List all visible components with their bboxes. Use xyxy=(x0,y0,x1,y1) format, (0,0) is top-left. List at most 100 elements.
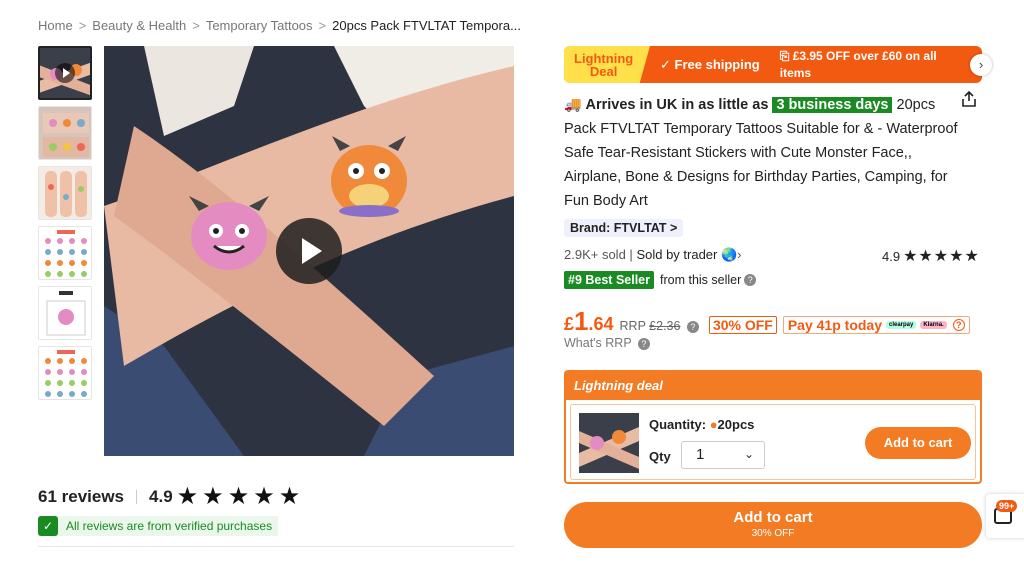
thumbnail-image[interactable] xyxy=(38,346,92,400)
arrival-prefix: Arrives in UK in as little as xyxy=(585,97,769,113)
sold-count: 2.9K+ sold xyxy=(564,247,626,262)
breadcrumb-separator: > xyxy=(78,18,87,33)
quantity-value: 20pcs xyxy=(717,417,755,432)
current-price: £1.64 xyxy=(564,306,614,337)
arrival-days: 3 business days xyxy=(772,97,893,113)
quantity-label: Quantity: xyxy=(649,417,707,432)
deal-product-thumbnail xyxy=(579,413,639,473)
pink-monster-tattoo xyxy=(189,196,269,270)
best-seller-text: from this seller xyxy=(660,273,742,287)
price-decimal: .64 xyxy=(588,314,614,334)
help-icon[interactable]: ? xyxy=(744,274,757,286)
deal-box-content: Quantity: ●20pcs Qty 1 ⌄ Add to cart xyxy=(570,404,976,480)
thumbnail-image[interactable] xyxy=(38,226,92,280)
whats-rrp-text: What's RRP xyxy=(564,336,632,350)
add-to-cart-sub: 30% OFF xyxy=(751,528,795,539)
breadcrumb-beauty-health[interactable]: Beauty & Health xyxy=(92,18,186,33)
pay-today-text: Pay 41p today xyxy=(787,317,882,333)
reviews-count[interactable]: 61 reviews xyxy=(38,487,124,507)
breadcrumb-separator: > xyxy=(192,18,200,33)
free-shipping: ✓ Free shipping xyxy=(660,56,760,72)
discount-badge: 30% OFF xyxy=(708,316,777,334)
thumbnail-image[interactable] xyxy=(38,106,92,160)
thumbnail-image-art xyxy=(39,227,91,279)
breadcrumb-separator: > xyxy=(318,18,327,33)
deal-add-to-cart-button[interactable]: Add to cart xyxy=(865,427,971,459)
thumbnail-image[interactable] xyxy=(38,286,92,340)
thumbnail-video[interactable] xyxy=(38,46,92,100)
product-title: 🚚 Arrives in UK in as little as 3 busine… xyxy=(564,92,964,213)
add-to-cart-button[interactable]: Add to cart 30% OFF xyxy=(564,502,982,548)
seller-avatar-icon: 🌏› xyxy=(721,247,742,262)
product-main-image[interactable] xyxy=(104,46,514,456)
best-seller-badge: #9 Best Seller xyxy=(564,271,654,289)
store-rating[interactable]: 4.9 ★★★★★ xyxy=(882,246,980,266)
qty-label: Qty xyxy=(649,449,671,464)
deal-thumbnail-image xyxy=(579,413,639,473)
help-icon: ? xyxy=(952,319,965,331)
thumbnail-image-art xyxy=(39,347,91,399)
divider xyxy=(38,546,514,547)
chat-badge: 99+ xyxy=(996,500,1018,512)
thumbnail-list xyxy=(38,46,92,406)
free-shipping-label: Free shipping xyxy=(674,56,760,72)
help-icon[interactable]: ? xyxy=(686,320,699,333)
add-to-cart-label: Add to cart xyxy=(733,509,813,526)
breadcrumb-temporary-tattoos[interactable]: Temporary Tattoos xyxy=(206,18,313,33)
store-rating-value: 4.9 xyxy=(882,248,901,264)
deal-box-header: Lightning deal xyxy=(566,372,980,400)
play-video-button[interactable] xyxy=(276,218,342,284)
qty-select[interactable]: 1 ⌄ xyxy=(681,441,765,469)
klarna-logo: Klarna. xyxy=(920,321,947,329)
rrp: RRP £2.36 ? xyxy=(620,319,699,333)
lightning-deal-label: Lightning Deal xyxy=(564,46,650,83)
breadcrumb-home[interactable]: Home xyxy=(38,18,73,33)
clearpay-logo: clearpay xyxy=(886,321,917,329)
lightning-label-line2: Deal xyxy=(589,63,618,79)
chat-button[interactable]: 99+ xyxy=(986,494,1024,538)
lightning-deal-banner[interactable]: Lightning Deal ✓ Free shipping ⎘ £3.95 OF… xyxy=(564,46,982,83)
thumbnail-image[interactable] xyxy=(38,166,92,220)
divider: | xyxy=(629,247,633,262)
pay-later-badge[interactable]: Pay 41p today clearpay Klarna. ? xyxy=(782,316,970,334)
reviews-summary: 61 reviews 4.9 ★★★★★ xyxy=(38,482,514,511)
play-icon xyxy=(55,63,75,83)
brand-link[interactable]: Brand: FTVLTAT > xyxy=(564,219,684,237)
star-rating-icon: ★★★★★ xyxy=(176,483,305,510)
seller-link[interactable]: Sold by trader xyxy=(636,247,717,262)
price-integer: 1 xyxy=(574,306,589,336)
rrp-label: RRP xyxy=(619,319,646,333)
product-title-text: 20pcs Pack FTVLTAT Temporary Tattoos Sui… xyxy=(564,97,958,209)
price-row: £1.64 RRP £2.36 ? 30% OFF Pay 41p today … xyxy=(564,306,970,337)
coupon-offer: ⎘ £3.95 OFF over £60 on all items xyxy=(779,48,937,80)
best-seller-info: #9 Best Seller from this seller ? xyxy=(564,271,757,289)
chevron-down-icon: ⌄ xyxy=(743,447,754,461)
verified-text: All reviews are from verified purchases xyxy=(66,519,273,533)
shield-check-icon: ✓ xyxy=(38,516,58,536)
drop-icon: ● xyxy=(709,417,718,432)
coupon-text: £3.95 OFF over £60 on all items xyxy=(779,48,937,80)
rrp-value: £2.36 xyxy=(649,319,681,333)
brand-label: Brand: FTVLTAT xyxy=(570,221,667,235)
share-icon[interactable] xyxy=(960,90,978,108)
quantity-info: Quantity: ●20pcs xyxy=(649,417,754,432)
price-currency: £ xyxy=(564,314,575,334)
breadcrumb: Home > Beauty & Health > Temporary Tatto… xyxy=(38,18,521,33)
qty-select-value: 1 xyxy=(696,446,705,463)
divider xyxy=(136,489,138,504)
thumbnail-image-art xyxy=(39,287,91,339)
thumbnail-image-art xyxy=(39,167,91,219)
reviews-rating: 4.9 xyxy=(149,486,173,506)
truck-icon: 🚚 xyxy=(564,96,582,112)
star-rating-icon: ★★★★★ xyxy=(903,248,980,265)
thumbnail-image-art xyxy=(39,107,91,159)
chevron-right-icon: > xyxy=(670,221,678,235)
help-icon: ? xyxy=(637,337,650,350)
breadcrumb-current: 20pcs Pack FTVLTAT Tempora... xyxy=(332,18,521,33)
whats-rrp-link[interactable]: What's RRP ? xyxy=(564,336,650,350)
lightning-deal-box: Lightning deal Quantity: ●20pcs Qty 1 ⌄ … xyxy=(564,370,982,484)
chevron-right-icon[interactable]: › xyxy=(970,54,992,76)
orange-monster-tattoo xyxy=(331,136,407,217)
sales-info: 2.9K+ sold | Sold by trader 🌏› xyxy=(564,247,742,263)
verified-reviews-note: ✓ All reviews are from verified purchase… xyxy=(38,516,279,536)
